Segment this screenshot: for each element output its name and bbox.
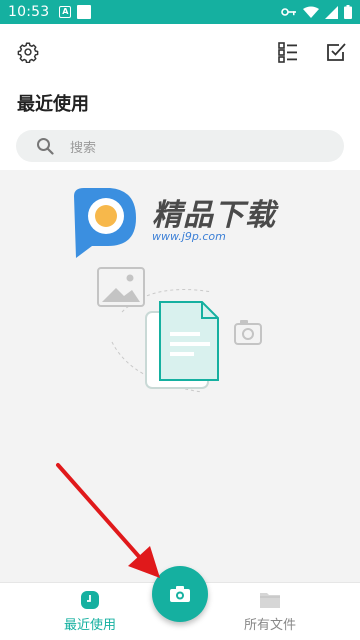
search-placeholder: 搜索 [70,140,97,156]
empty-state-illustration-icon [97,267,262,393]
status-bar: 10:53 A [0,0,360,24]
checkbox-icon [327,43,346,61]
select-button[interactable] [320,36,352,68]
gear-icon [17,42,39,63]
list-icon [278,42,297,63]
search-input[interactable]: 搜索 [16,130,344,162]
status-time: 10:53 [8,4,50,20]
battery-icon [344,5,352,19]
watermark-brand: 精品下载 [152,198,276,233]
watermark-url: www.j9p.com [152,230,226,243]
list-view-button[interactable] [272,36,304,68]
nav-all-files[interactable]: 所有文件 [210,583,330,640]
camera-button[interactable] [152,566,208,622]
search-icon [37,138,54,155]
camera-icon [170,586,190,602]
key-icon [281,8,296,16]
signal-icon [325,5,338,19]
clock-icon [81,591,99,609]
wifi-icon [303,6,319,18]
nav-recent-label: 最近使用 [63,618,116,633]
folder-icon [260,593,280,608]
watermark-logo-icon [74,188,136,258]
notification-a-icon: A [59,6,72,18]
toolbar [0,24,360,80]
page-title: 最近使用 [17,94,89,115]
nav-recent[interactable]: 最近使用 [30,583,150,640]
settings-button[interactable] [12,36,44,68]
notification-square-icon [77,5,92,19]
nav-files-label: 所有文件 [243,618,296,633]
